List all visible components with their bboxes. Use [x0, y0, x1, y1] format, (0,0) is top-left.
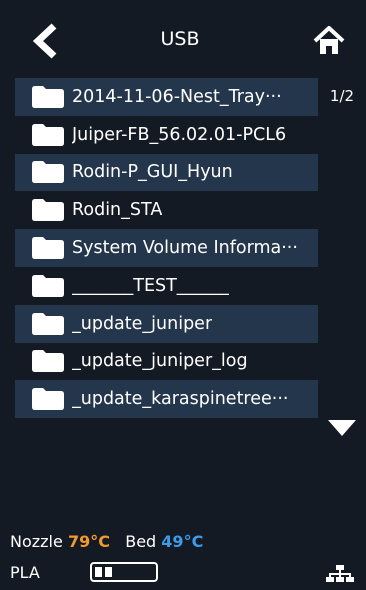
file-name: System Volume Informa···: [72, 238, 298, 259]
network-button[interactable]: [326, 564, 354, 584]
list-item[interactable]: Juiper-FB_56.02.01-PCL6: [15, 115, 318, 154]
file-name: 2014-11-06-Nest_Tray···: [72, 86, 282, 107]
list-item[interactable]: 2014-11-06-Nest_Tray···: [15, 78, 318, 116]
nozzle-temp: 79°C: [67, 532, 110, 551]
page-title: USB: [160, 28, 200, 50]
header-bar: USB: [0, 0, 366, 78]
network-icon: [326, 565, 354, 582]
scroll-down-button[interactable]: [326, 416, 358, 440]
bed-label: Bed: [125, 532, 157, 551]
file-name: _update_juniper: [72, 313, 213, 334]
folder-icon: [32, 312, 64, 335]
list-item[interactable]: _update_juniper_log: [15, 342, 318, 381]
file-name: Juiper-FB_56.02.01-PCL6: [72, 124, 287, 145]
page-indicator: 1/2: [329, 87, 355, 105]
file-name: _update_karaspinetree···: [72, 389, 289, 410]
file-name: _______TEST______: [72, 275, 230, 296]
folder-icon: [32, 388, 64, 411]
back-button[interactable]: [28, 22, 62, 60]
list-item[interactable]: Rodin-P_GUI_Hyun: [15, 153, 318, 192]
folder-icon: [32, 274, 64, 297]
chevron-left-icon: [32, 23, 57, 59]
material-label: PLA: [10, 563, 40, 582]
file-name: Rodin_STA: [72, 200, 163, 221]
file-name: Rodin-P_GUI_Hyun: [72, 162, 233, 183]
list-item[interactable]: _update_karaspinetree···: [15, 380, 318, 419]
folder-icon: [32, 161, 64, 184]
filament-level-segment: [95, 567, 102, 577]
folder-icon: [32, 85, 64, 108]
temperature-status: Nozzle 79°C Bed 49°C: [10, 532, 203, 551]
file-name: _update_juniper_log: [72, 351, 248, 372]
file-list: 2014-11-06-Nest_Tray··· Juiper-FB_56.02.0…: [15, 78, 318, 419]
folder-icon: [32, 123, 64, 146]
nozzle-label: Nozzle: [10, 532, 63, 551]
filament-level-segment: [105, 567, 112, 577]
filament-level-bar: [90, 562, 158, 582]
triangle-down-icon: [328, 420, 356, 436]
list-item[interactable]: System Volume Informa···: [15, 229, 318, 267]
bed-temp: 49°C: [161, 532, 204, 551]
list-item[interactable]: _______TEST______: [15, 266, 318, 305]
list-item[interactable]: _update_juniper: [15, 304, 318, 343]
home-button[interactable]: [312, 24, 346, 58]
folder-icon: [32, 350, 64, 373]
home-icon: [313, 26, 345, 54]
list-item[interactable]: Rodin_STA: [15, 191, 318, 230]
folder-icon: [32, 237, 64, 260]
folder-icon: [32, 199, 64, 222]
